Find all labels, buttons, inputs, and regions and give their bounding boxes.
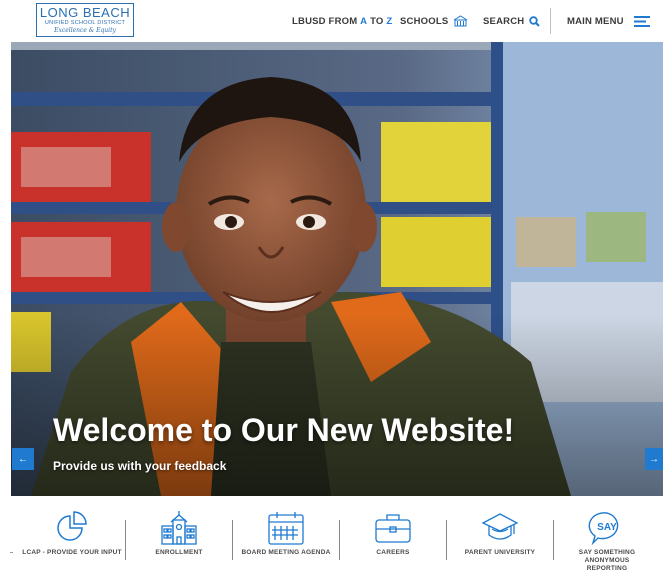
school-icon [454, 15, 468, 27]
quick-link-board-agenda[interactable]: BOARD MEETING AGENDA [236, 510, 336, 557]
quick-link-lcap[interactable]: LCAP - PROVIDE YOUR INPUT [22, 510, 122, 557]
search-icon [529, 15, 541, 27]
quick-link-divider [553, 520, 554, 560]
arrow-left-icon: ← [18, 453, 28, 465]
quick-link-divider [125, 520, 126, 560]
quick-link-divider [232, 520, 233, 560]
quick-link-careers[interactable]: CAREERS [343, 510, 443, 557]
hamburger-icon [633, 15, 650, 27]
nav-search-label: SEARCH [483, 15, 525, 27]
nav-schools-label: SCHOOLS [400, 15, 449, 27]
quick-link-divider [339, 520, 340, 560]
nav-schools[interactable]: SCHOOLS [400, 0, 468, 42]
main-menu-label: MAIN MENU [567, 15, 624, 27]
nav-az-a: A [360, 15, 368, 27]
carousel-next-button[interactable]: → [645, 448, 663, 470]
logo-tagline: Excellence & Equity [54, 27, 116, 34]
hero-title: Welcome to Our New Website! [53, 412, 515, 448]
nav-az-to: TO [370, 15, 384, 27]
quick-link-label: CAREERS [376, 549, 410, 556]
briefcase-icon [375, 514, 411, 543]
nav-lbusd-a-to-z[interactable]: LBUSD FROM A TO Z [292, 0, 392, 42]
arrow-right-icon: → [649, 453, 659, 465]
pie-chart-icon [57, 511, 87, 541]
site-header: LONG BEACH UNIFIED SCHOOL DISTRICT Excel… [0, 0, 663, 42]
quick-links: LCAP - PROVIDE YOUR INPUT ENROLLMENT BOA… [0, 510, 663, 583]
school-building-icon [161, 511, 197, 545]
quick-link-label: SAY SOMETHING ANONYMOUS REPORTING [578, 549, 636, 572]
calendar-icon [268, 512, 304, 545]
carousel-prev-button[interactable]: ← [12, 448, 34, 470]
nav-divider [550, 8, 551, 34]
logo-title: LONG BEACH [39, 5, 131, 20]
say-icon-text: SAY [597, 522, 617, 533]
hero-carousel[interactable]: Welcome to Our New Website! Provide us w… [11, 42, 663, 496]
quick-link-divider [446, 520, 447, 560]
quick-link-label: ENROLLMENT [155, 549, 203, 556]
quick-link-label: LCAP - PROVIDE YOUR INPUT [22, 549, 122, 556]
nav-az-prefix: LBUSD FROM [292, 15, 358, 27]
district-logo[interactable]: LONG BEACH UNIFIED SCHOOL DISTRICT Excel… [36, 3, 134, 37]
quick-link-say-something[interactable]: SAY SAY SOMETHING ANONYMOUS REPORTING [557, 510, 657, 573]
logo-subtitle: UNIFIED SCHOOL DISTRICT [44, 20, 126, 26]
quick-link-label: PARENT UNIVERSITY [464, 549, 536, 556]
nav-search[interactable]: SEARCH [483, 0, 541, 42]
graduation-cap-icon [481, 513, 519, 540]
say-speech-bubble-icon: SAY [588, 512, 619, 546]
hero-feedback-link[interactable]: Provide us with your feedback [53, 459, 226, 473]
quick-link-enrollment[interactable]: ENROLLMENT [129, 510, 229, 557]
quick-link-label: BOARD MEETING AGENDA [241, 549, 331, 556]
quick-link-parent-university[interactable]: PARENT UNIVERSITY [450, 510, 550, 557]
main-menu-button[interactable]: MAIN MENU [567, 0, 650, 42]
nav-az-z: Z [386, 15, 393, 27]
